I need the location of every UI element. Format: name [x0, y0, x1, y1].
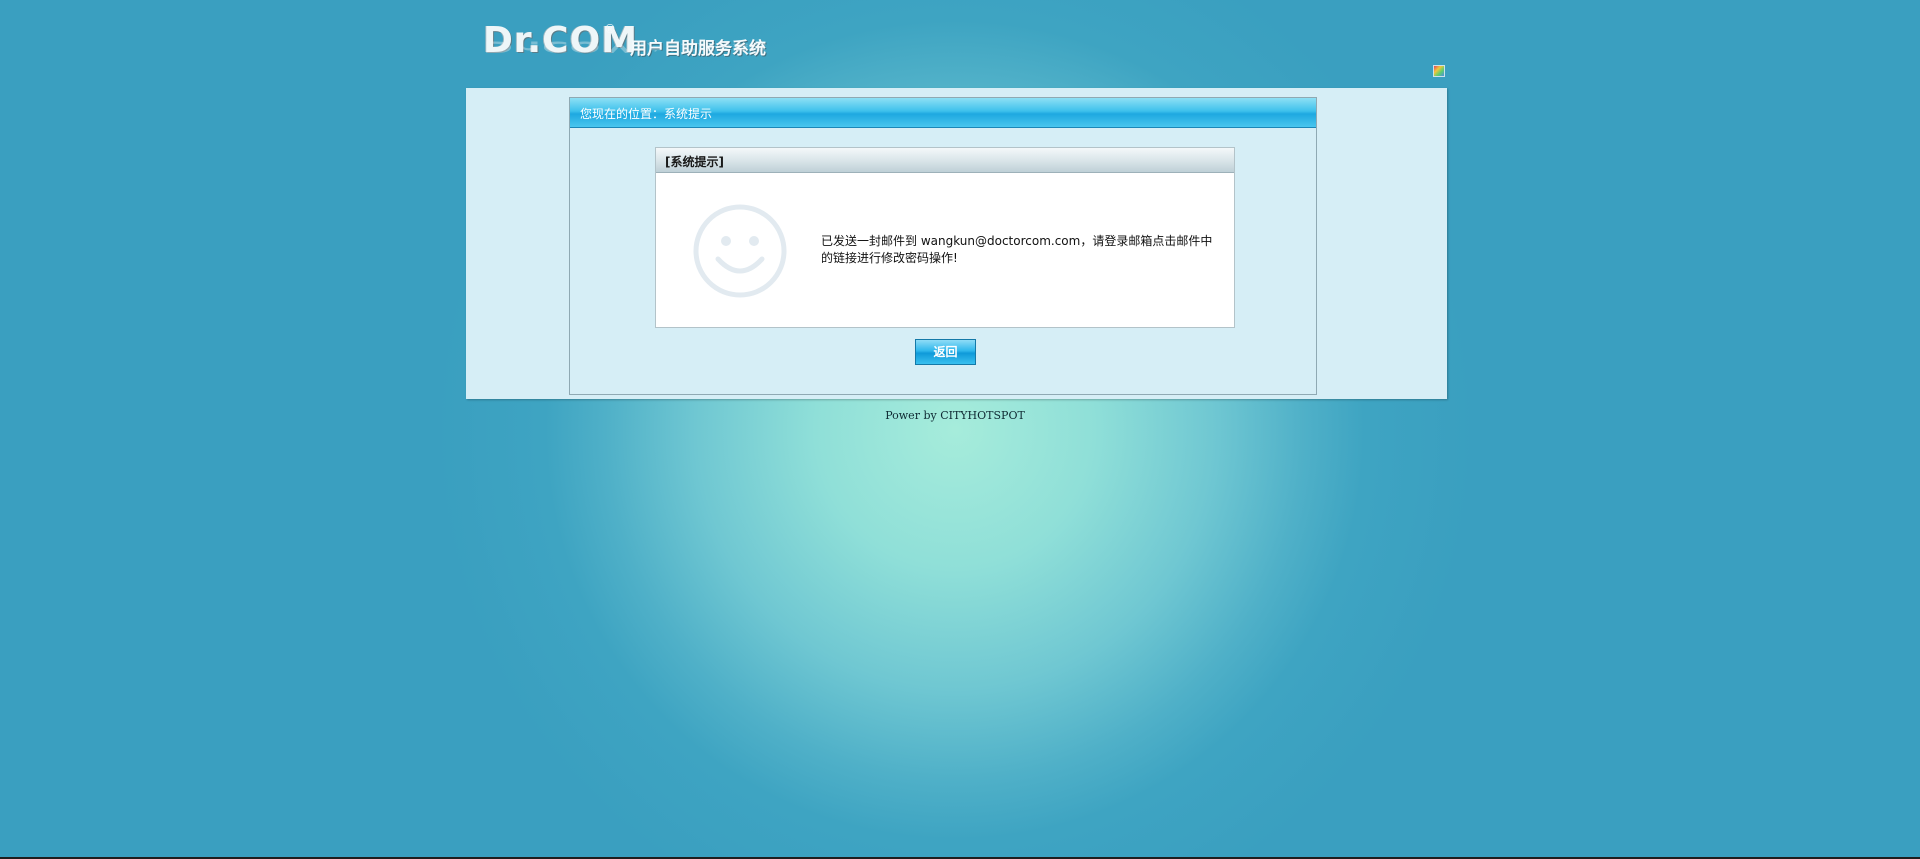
- footer-credit: Power by CITYHOTSPOT: [885, 409, 1025, 422]
- content-frame: 您现在的位置：系统提示 [系统提示] 已发送一封邮件到 wangkun@doct…: [569, 97, 1317, 395]
- back-button[interactable]: 返回: [915, 339, 976, 365]
- breadcrumb: 您现在的位置：系统提示: [570, 98, 1316, 128]
- dialog-header: [系统提示]: [656, 148, 1234, 173]
- system-notice-dialog: [系统提示] 已发送一封邮件到 wangkun@doctorcom.com，请登…: [655, 147, 1235, 328]
- smiley-icon: [693, 204, 787, 298]
- notice-message: 已发送一封邮件到 wangkun@doctorcom.com，请登录邮箱点击邮件…: [821, 234, 1213, 265]
- dialog-title: [系统提示]: [665, 155, 724, 169]
- skin-switch-icon[interactable]: [1433, 65, 1445, 77]
- logo-reflection: Dr.COM: [483, 37, 639, 56]
- system-title-reflection: 用户自助服务系统: [630, 41, 766, 52]
- main-panel: 您现在的位置：系统提示 [系统提示] 已发送一封邮件到 wangkun@doct…: [466, 88, 1447, 399]
- logo: Dr.COM Dr.COM ® 用户自助服务系统 用户自助服务系统: [483, 20, 773, 80]
- breadcrumb-text: 您现在的位置：系统提示: [580, 107, 713, 121]
- registered-mark: ®: [604, 22, 616, 36]
